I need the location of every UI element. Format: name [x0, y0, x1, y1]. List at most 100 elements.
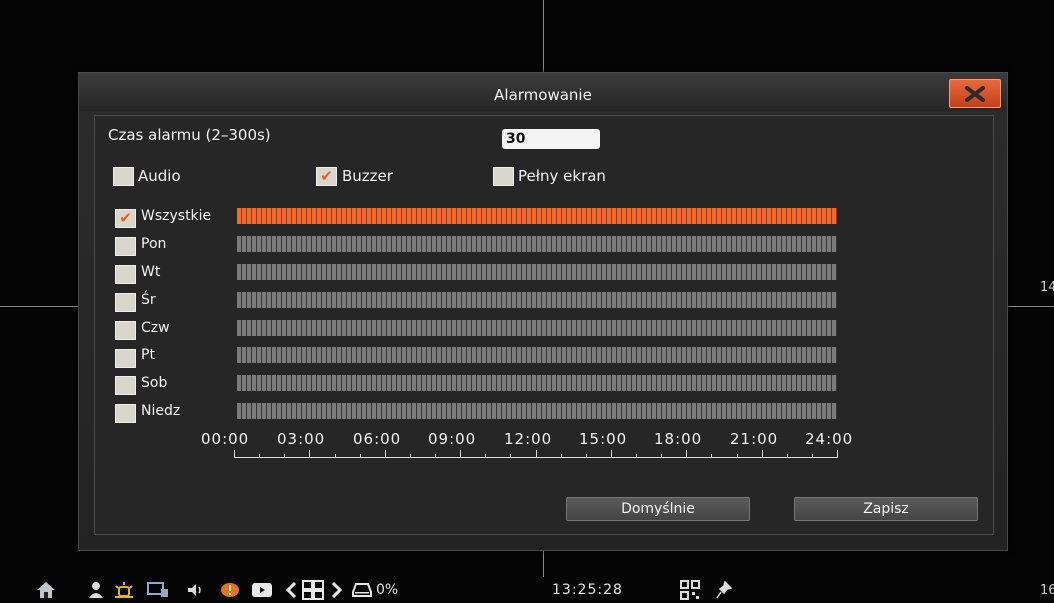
time-axis-tick — [536, 450, 537, 458]
grid-divider-vertical-bottom — [543, 549, 544, 577]
grid-layout-icon — [302, 580, 324, 600]
notification-button[interactable] — [220, 580, 240, 600]
grid-divider-horizontal-left — [0, 306, 78, 307]
time-axis-tick — [284, 454, 285, 458]
schedule-row-all[interactable] — [237, 208, 837, 224]
time-label: 15:00 — [579, 430, 628, 448]
home-icon — [37, 582, 55, 598]
time-axis-tick — [711, 454, 712, 458]
notification-icon — [221, 583, 239, 597]
alarm-time-label: Czas alarmu (2–300s) — [108, 126, 271, 144]
day-checkbox-mon[interactable] — [115, 237, 136, 256]
time-axis-tick — [410, 454, 411, 458]
time-label: 18:00 — [654, 430, 703, 448]
time-axis-tick — [234, 450, 235, 458]
time-label: 09:00 — [428, 430, 477, 448]
day-checkbox-sat[interactable] — [115, 376, 136, 395]
time-axis-tick — [611, 450, 612, 458]
time-axis-tick — [686, 450, 687, 458]
hdd-usage: 0% — [376, 582, 399, 598]
schedule-row-wed[interactable] — [237, 292, 837, 308]
time-axis-tick — [435, 454, 436, 458]
monitor-icon — [147, 582, 168, 597]
audio-checkbox[interactable] — [113, 167, 134, 186]
default-button[interactable]: Domyślnie — [566, 497, 750, 521]
time-axis-tick — [360, 454, 361, 458]
time-axis-tick — [762, 450, 763, 458]
time-axis-tick — [335, 454, 336, 458]
fullscreen-checkbox[interactable] — [493, 167, 514, 186]
buzzer-checkbox[interactable]: ✔ — [316, 167, 337, 186]
day-label-mon: Pon — [141, 236, 167, 252]
layout-button[interactable] — [302, 580, 324, 600]
day-checkbox-tue[interactable] — [115, 265, 136, 284]
monitor-button[interactable] — [147, 580, 169, 600]
check-icon: ✔ — [320, 167, 333, 185]
grid-divider-vertical-top — [543, 0, 544, 72]
schedule-row-fri[interactable] — [237, 347, 837, 363]
time-axis-tick — [787, 454, 788, 458]
schedule-row-sat[interactable] — [237, 375, 837, 391]
time-axis-tick — [737, 454, 738, 458]
time-axis-tick — [259, 454, 260, 458]
day-label-fri: Pt — [141, 347, 155, 363]
alarm-icon — [115, 582, 133, 598]
time-label: 24:00 — [805, 430, 854, 448]
hdd-status — [352, 580, 372, 600]
time-label: 03:00 — [277, 430, 326, 448]
time-label: 06:00 — [353, 430, 402, 448]
day-checkbox-sun[interactable] — [115, 404, 136, 423]
day-label-all: Wszystkie — [141, 208, 212, 224]
time-axis-tick — [661, 454, 662, 458]
next-button[interactable] — [331, 580, 343, 600]
prev-arrow-icon — [285, 581, 297, 599]
home-button[interactable] — [36, 580, 56, 600]
playback-icon — [252, 583, 272, 597]
day-label-sun: Niedz — [141, 403, 181, 419]
dialog-title: Alarmowanie — [494, 86, 592, 104]
schedule-row-thu[interactable] — [237, 320, 837, 336]
day-checkbox-fri[interactable] — [115, 349, 136, 368]
day-label-tue: Wt — [141, 264, 161, 280]
time-axis-tick — [485, 454, 486, 458]
user-icon — [89, 582, 103, 598]
alarm-button[interactable] — [114, 580, 134, 600]
time-axis-tick — [812, 454, 813, 458]
hdd-icon — [352, 583, 372, 597]
dialog-titlebar: Alarmowanie — [79, 73, 1007, 111]
day-checkbox-wed[interactable] — [115, 293, 136, 312]
speaker-button[interactable] — [186, 580, 204, 600]
taskbar: 0% 13:25:28 — [0, 574, 1054, 603]
day-checkbox-thu[interactable] — [115, 321, 136, 340]
qr-code-icon — [680, 580, 700, 600]
user-button[interactable] — [88, 580, 104, 600]
time-label: 21:00 — [730, 430, 779, 448]
close-button[interactable] — [949, 79, 1001, 108]
close-icon — [965, 85, 985, 102]
time-axis-tick — [309, 450, 310, 458]
day-label-thu: Czw — [141, 320, 170, 336]
save-button[interactable]: Zapisz — [794, 497, 978, 521]
playback-button[interactable] — [251, 580, 273, 600]
fullscreen-label: Pełny ekran — [518, 167, 606, 185]
alarm-time-input[interactable]: 30 — [502, 129, 600, 149]
next-arrow-icon — [331, 581, 343, 599]
speaker-icon — [188, 584, 201, 596]
time-label: 00:00 — [201, 430, 250, 448]
previous-button[interactable] — [285, 580, 297, 600]
pin-button[interactable] — [716, 580, 732, 600]
time-axis-tick — [636, 454, 637, 458]
schedule-row-tue[interactable] — [237, 264, 837, 280]
time-axis-tick — [837, 450, 838, 458]
time-axis-tick — [586, 454, 587, 458]
time-axis-tick — [561, 454, 562, 458]
qr-code-button[interactable] — [680, 580, 700, 600]
schedule-row-sun[interactable] — [237, 403, 837, 419]
schedule-row-mon[interactable] — [237, 236, 837, 252]
check-icon: ✔ — [119, 209, 132, 227]
day-checkbox-all[interactable]: ✔ — [115, 209, 136, 228]
channel-number-14: 14 — [1040, 280, 1054, 295]
time-axis-tick — [510, 454, 511, 458]
pin-icon — [716, 581, 732, 599]
time-axis — [234, 450, 838, 458]
